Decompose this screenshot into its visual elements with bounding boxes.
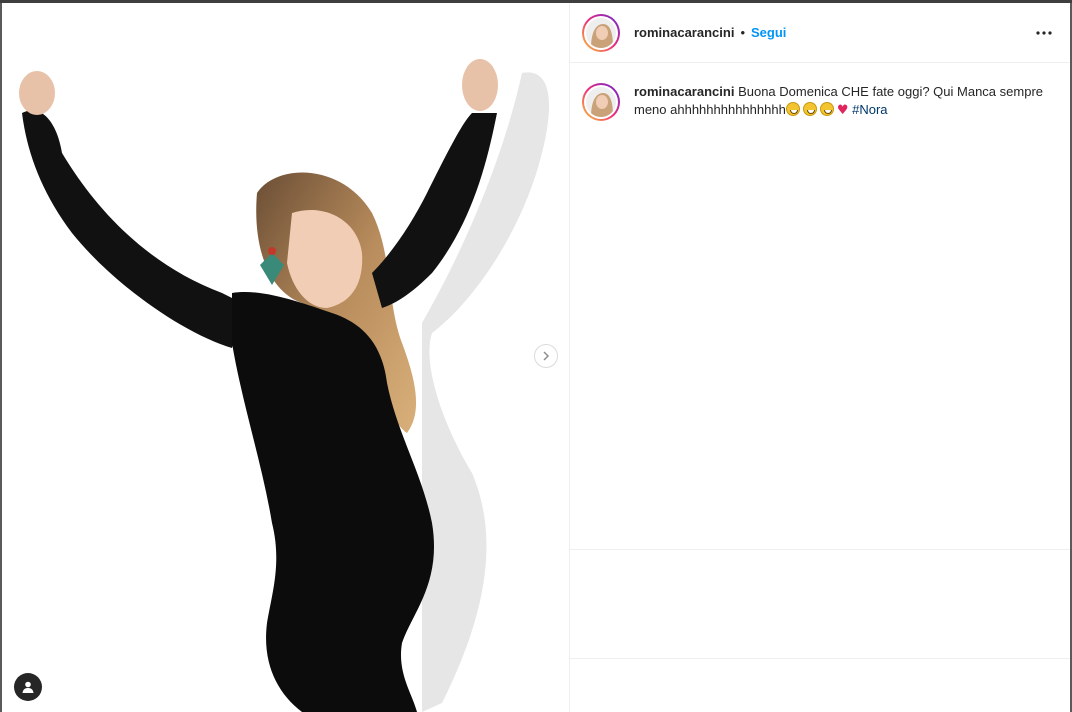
- grinning-emoji: [785, 102, 800, 116]
- heart-emoji: ♥: [836, 103, 849, 118]
- profile-picture: [586, 87, 616, 117]
- more-options-button[interactable]: [1034, 23, 1054, 43]
- next-image-button[interactable]: [534, 344, 558, 368]
- caption-text-block: rominacarancini Buona Domenica CHE fate …: [634, 83, 1044, 121]
- post-header: rominacarancini • Segui: [570, 3, 1070, 63]
- follow-button[interactable]: Segui: [751, 25, 786, 40]
- caption-avatar[interactable]: [582, 83, 620, 121]
- post-photo: [2, 3, 569, 712]
- user-tag-icon: [22, 681, 34, 693]
- post-modal: rominacarancini • Segui rominacarancini …: [2, 3, 1070, 712]
- more-horizontal-icon: [1036, 31, 1052, 35]
- divider: [570, 549, 1070, 550]
- username-link[interactable]: rominacarancini: [634, 25, 734, 40]
- caption-username-link[interactable]: rominacarancini: [634, 84, 734, 99]
- grinning-emoji: [819, 102, 834, 116]
- avatar[interactable]: [582, 13, 620, 52]
- divider: [570, 658, 1070, 659]
- post-sidebar: rominacarancini • Segui rominacarancini …: [570, 3, 1070, 712]
- post-media[interactable]: [2, 3, 570, 712]
- profile-picture: [586, 17, 616, 48]
- hashtag-link[interactable]: #Nora: [852, 102, 887, 117]
- tagged-users-button[interactable]: [14, 673, 42, 701]
- post-caption: rominacarancini Buona Domenica CHE fate …: [570, 63, 1070, 121]
- separator-dot: •: [740, 25, 745, 40]
- chevron-right-icon: [543, 351, 550, 361]
- grinning-emoji: [802, 102, 817, 116]
